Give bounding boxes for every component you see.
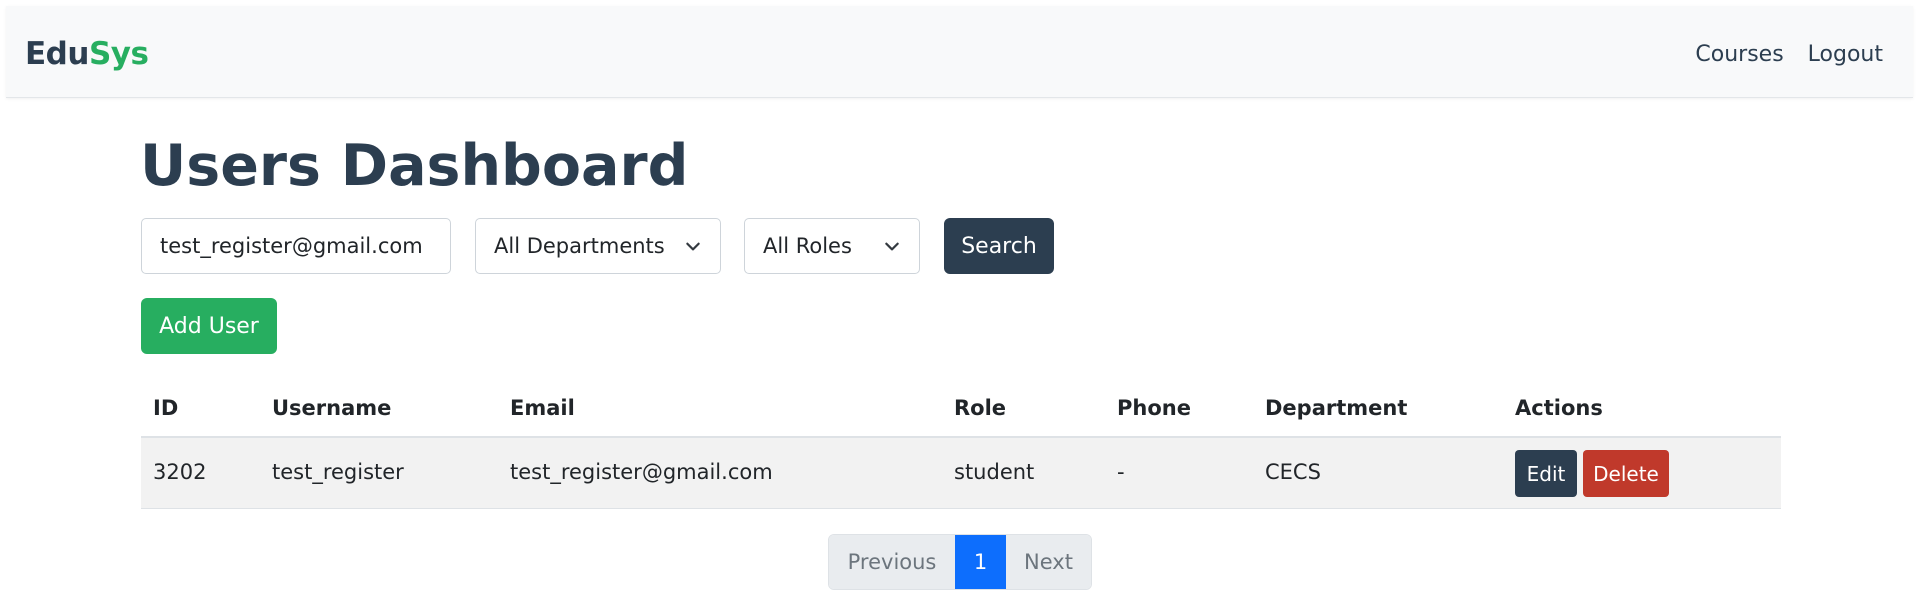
header-actions: Actions	[1515, 396, 1603, 420]
cell-email: test_register@gmail.com	[510, 460, 773, 484]
search-input[interactable]	[160, 234, 432, 258]
cell-id: 3202	[153, 460, 207, 484]
header-username: Username	[272, 396, 392, 420]
chevron-down-icon	[686, 242, 700, 251]
users-table: ID Username Email Role Phone Department …	[141, 380, 1781, 509]
page-title: Users Dashboard	[140, 133, 689, 199]
brand-logo[interactable]: EduSys	[25, 36, 149, 72]
nav-links: Courses Logout	[1695, 42, 1883, 67]
nav-logout-link[interactable]: Logout	[1808, 42, 1883, 67]
brand-part-sys: Sys	[88, 36, 149, 72]
pagination-previous[interactable]: Previous	[829, 535, 955, 589]
edit-user-button[interactable]: Edit	[1515, 450, 1577, 497]
department-select[interactable]: All Departments	[475, 218, 721, 274]
table-header: ID Username Email Role Phone Department …	[141, 380, 1781, 438]
header-phone: Phone	[1117, 396, 1191, 420]
chevron-down-icon	[885, 242, 899, 251]
pagination-next[interactable]: Next	[1006, 535, 1091, 589]
pagination: Previous 1 Next	[828, 534, 1092, 590]
search-button[interactable]: Search	[944, 218, 1054, 274]
header-role: Role	[954, 396, 1007, 420]
role-select-value: All Roles	[763, 234, 852, 258]
add-user-button[interactable]: Add User	[141, 298, 277, 354]
pagination-page-1[interactable]: 1	[955, 535, 1006, 589]
nav-courses-link[interactable]: Courses	[1695, 42, 1783, 67]
header-email: Email	[510, 396, 575, 420]
search-field[interactable]	[141, 218, 451, 274]
role-select[interactable]: All Roles	[744, 218, 920, 274]
cell-username: test_register	[272, 460, 404, 484]
table-row: 3202 test_register test_register@gmail.c…	[141, 438, 1781, 509]
delete-user-button[interactable]: Delete	[1583, 450, 1669, 497]
header-id: ID	[153, 396, 179, 420]
header-department: Department	[1265, 396, 1408, 420]
cell-phone: -	[1117, 460, 1125, 484]
navbar: EduSys Courses Logout	[6, 6, 1913, 98]
cell-role: student	[954, 460, 1035, 484]
brand-part-edu: Edu	[25, 36, 89, 72]
cell-department: CECS	[1265, 460, 1321, 484]
department-select-value: All Departments	[494, 234, 665, 258]
